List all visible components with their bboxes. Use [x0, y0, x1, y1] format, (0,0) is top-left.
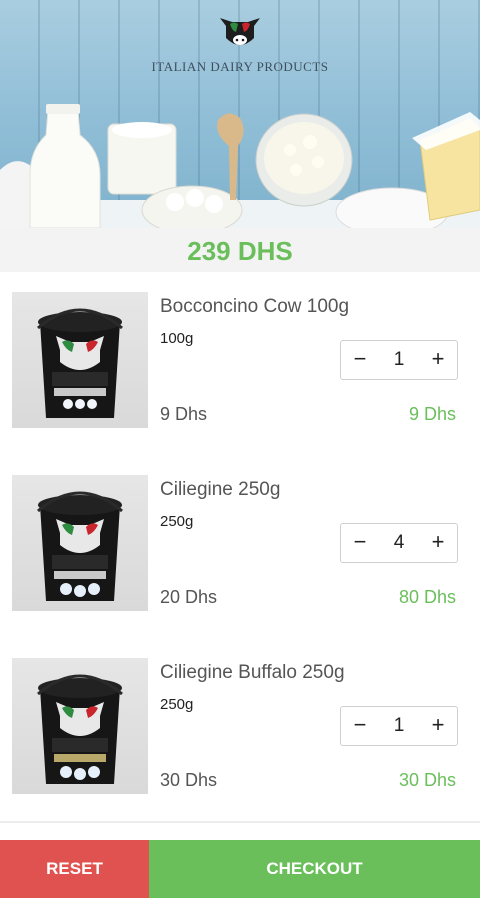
- cart-item: Bocconcino Cow 100g 100g − 1 + 9 Dhs 9 D…: [0, 272, 480, 457]
- cart-item: Ciliegine 250g 250g − 4 + 20 Dhs 80 Dhs: [0, 455, 480, 640]
- quantity-value: 1: [393, 715, 405, 736]
- product-weight: 250g: [160, 513, 194, 530]
- line-total: 30 Dhs: [398, 770, 456, 790]
- quantity-value: 1: [393, 349, 405, 370]
- product-weight: 100g: [160, 330, 194, 347]
- mozzarella-tub-icon: [37, 308, 123, 418]
- brand-name: ITALIAN DAIRY PRODUCTS: [151, 59, 329, 74]
- line-total: 80 Dhs: [398, 587, 456, 607]
- increase-quantity-button[interactable]: +: [419, 524, 457, 562]
- decrease-quantity-button[interactable]: −: [341, 707, 379, 745]
- product-name: Ciliegine Buffalo 250g: [160, 662, 345, 683]
- quantity-stepper: − 4 +: [340, 523, 458, 563]
- unit-price: 9 Dhs: [160, 404, 208, 424]
- unit-price: 20 Dhs: [160, 587, 218, 607]
- quantity-value: 4: [393, 532, 405, 553]
- product-name: Bocconcino Cow 100g: [160, 296, 350, 317]
- quantity-stepper: − 1 +: [340, 706, 458, 746]
- product-image[interactable]: [12, 475, 148, 611]
- product-image[interactable]: [12, 292, 148, 428]
- quantity-stepper: − 1 +: [340, 340, 458, 380]
- unit-price: 30 Dhs: [160, 770, 218, 790]
- checkout-button[interactable]: CHECKOUT: [149, 840, 480, 898]
- cart-total-bar: 239 DHS: [0, 228, 480, 272]
- increase-quantity-button[interactable]: +: [419, 341, 457, 379]
- mozzarella-tub-icon: [37, 674, 123, 784]
- cart-item: Ciliegine Buffalo 250g 250g − 1 + 30 Dhs…: [0, 638, 480, 823]
- product-name: Ciliegine 250g: [160, 479, 281, 500]
- product-image[interactable]: [12, 658, 148, 794]
- brand-header: ITALIAN DAIRY PRODUCTS: [0, 12, 480, 75]
- product-weight: 250g: [160, 696, 194, 713]
- action-bar: RESET CHECKOUT: [0, 840, 480, 898]
- decrease-quantity-button[interactable]: −: [341, 524, 379, 562]
- increase-quantity-button[interactable]: +: [419, 707, 457, 745]
- cow-head-logo-icon: [220, 18, 260, 45]
- decrease-quantity-button[interactable]: −: [341, 341, 379, 379]
- line-total: 9 Dhs: [408, 404, 456, 424]
- cart-total: 239 DHS: [187, 236, 293, 266]
- mozzarella-tub-icon: [37, 491, 123, 601]
- hero-banner: ITALIAN DAIRY PRODUCTS: [0, 0, 480, 228]
- reset-button[interactable]: RESET: [0, 840, 149, 898]
